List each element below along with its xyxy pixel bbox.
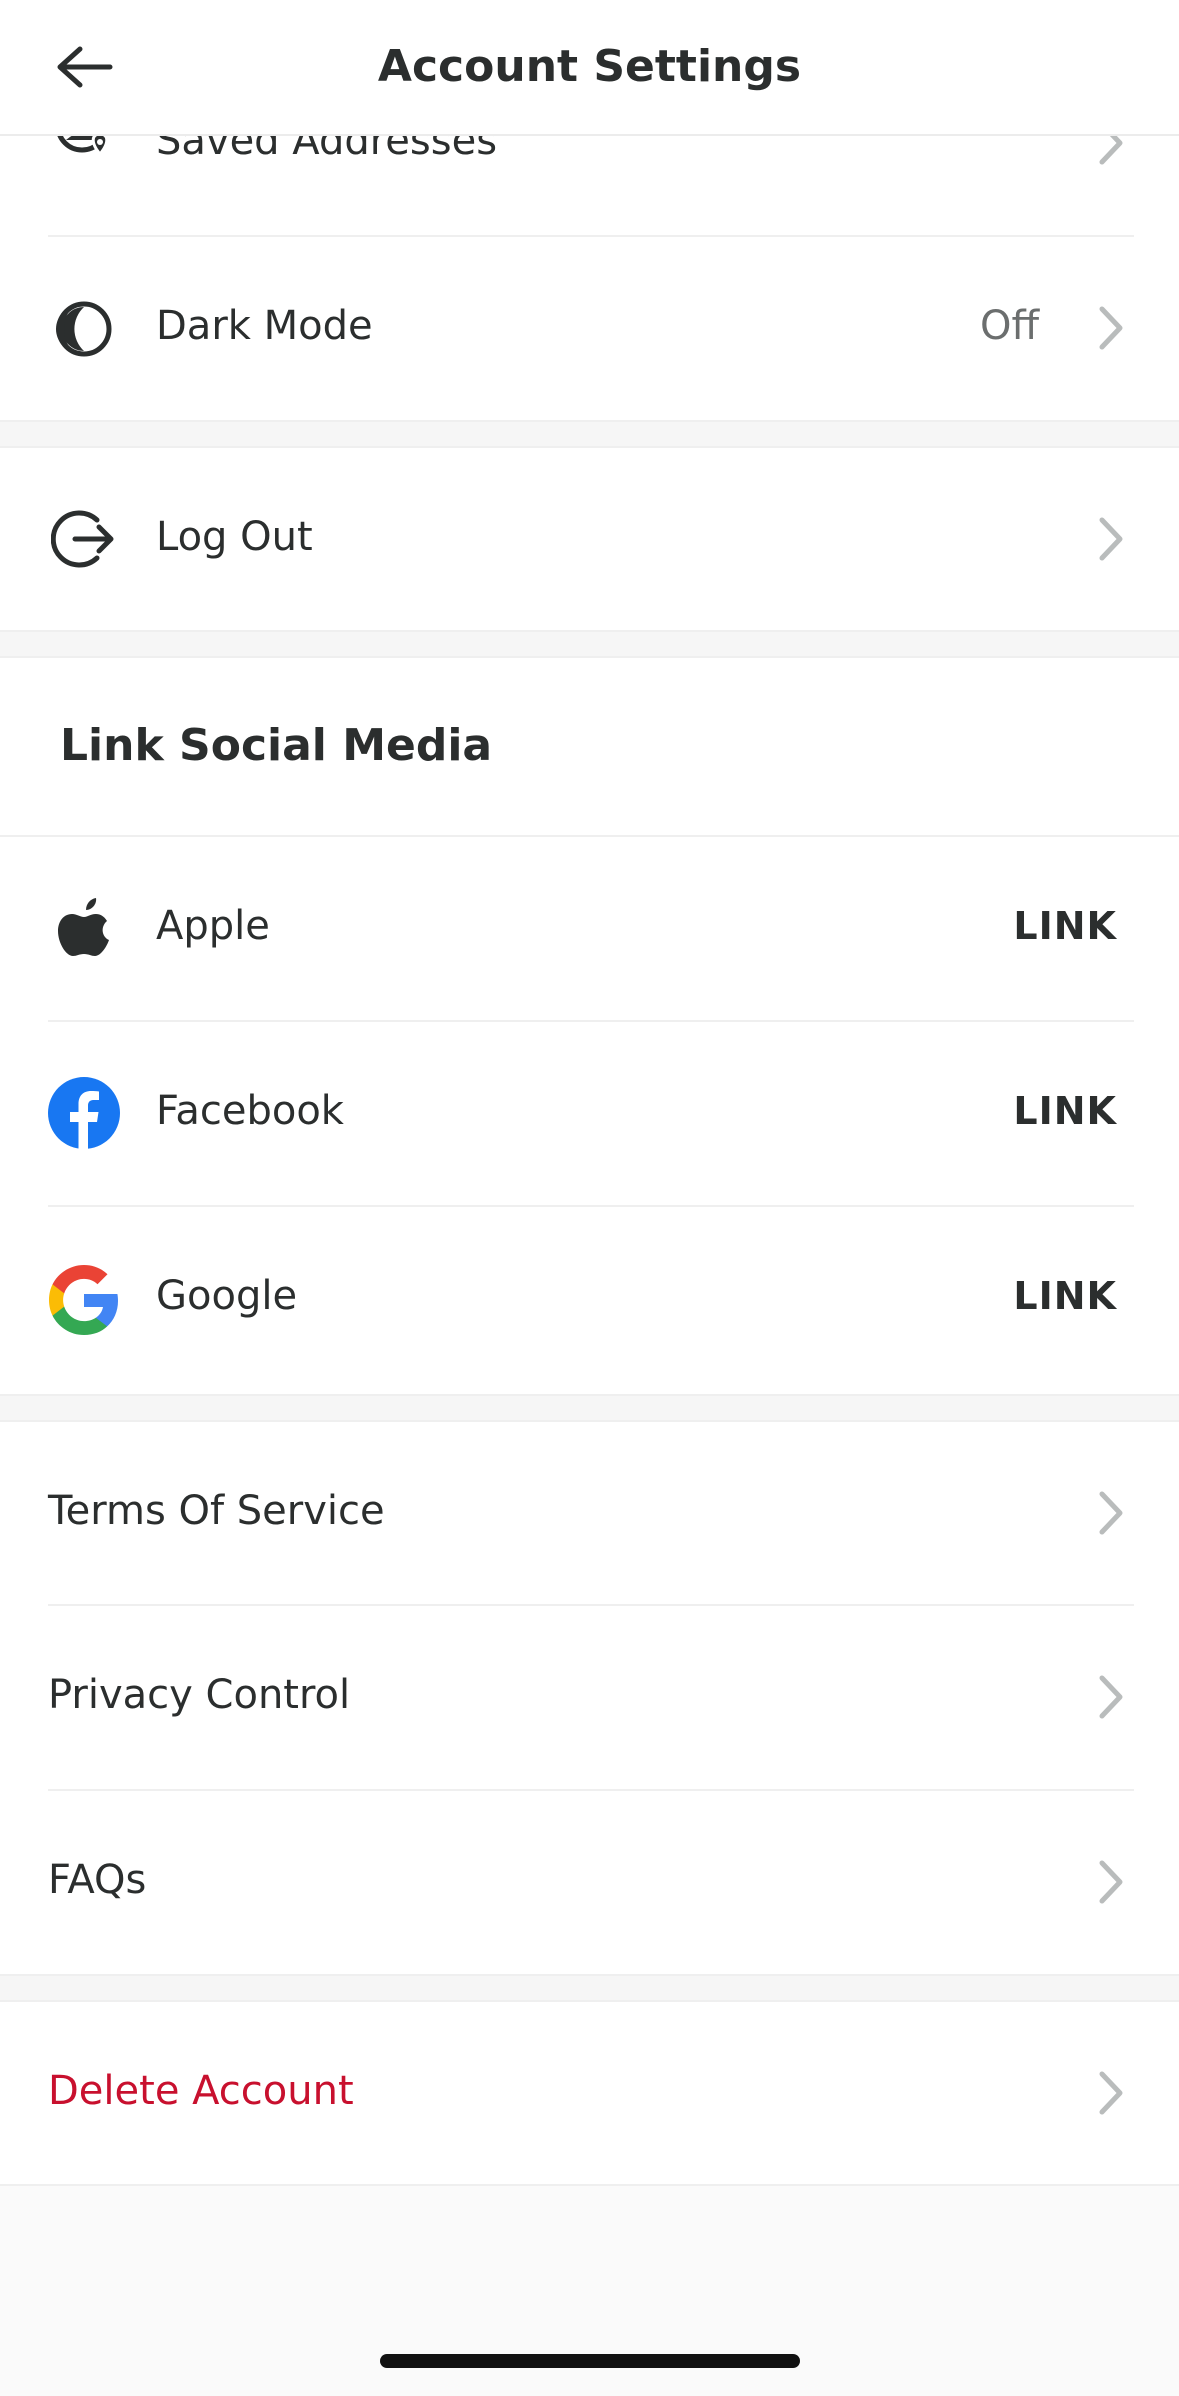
facebook-label: Facebook — [156, 1088, 344, 1134]
dark-mode-value: Off — [979, 303, 1039, 349]
privacy-control-row[interactable]: Privacy Control — [0, 1606, 1179, 1789]
chevron-right-icon — [1099, 1491, 1123, 1535]
chevron-right-icon — [1099, 1675, 1123, 1719]
privacy-control-label: Privacy Control — [48, 1672, 351, 1718]
section-separator — [0, 420, 1179, 448]
faqs-label: FAQs — [48, 1857, 147, 1903]
chevron-right-icon — [1099, 306, 1123, 350]
delete-account-row[interactable]: Delete Account — [0, 2002, 1179, 2184]
logout-section: Log Out — [0, 448, 1179, 630]
chevron-right-icon — [1099, 2071, 1123, 2115]
log-out-row[interactable]: Log Out — [0, 448, 1179, 630]
facebook-link-button[interactable]: LINK — [1013, 1089, 1117, 1133]
delete-account-label: Delete Account — [48, 2068, 354, 2114]
log-out-label: Log Out — [156, 514, 313, 560]
apple-icon — [46, 889, 122, 965]
top-app-bar: Account Settings — [0, 0, 1179, 136]
legal-section: Terms Of Service Privacy Control FAQs — [0, 1422, 1179, 1974]
faqs-row[interactable]: FAQs — [0, 1791, 1179, 1974]
section-separator — [0, 630, 1179, 658]
page-title: Account Settings — [377, 41, 802, 92]
facebook-link-row: Facebook LINK — [0, 1022, 1179, 1205]
apple-link-button[interactable]: LINK — [1013, 904, 1117, 948]
dark-mode-label: Dark Mode — [156, 303, 373, 349]
section-separator — [0, 1394, 1179, 1422]
google-label: Google — [156, 1273, 298, 1319]
moon-icon — [46, 291, 122, 367]
apple-label: Apple — [156, 903, 270, 949]
terms-of-service-row[interactable]: Terms Of Service — [0, 1422, 1179, 1604]
section-separator — [0, 1974, 1179, 2002]
chevron-right-icon — [1099, 1860, 1123, 1904]
google-icon — [46, 1262, 122, 1338]
link-social-media-section: Link Social Media Apple LINK Facebook LI… — [0, 658, 1179, 1394]
facebook-icon — [46, 1075, 122, 1151]
delete-account-section: Delete Account — [0, 2002, 1179, 2186]
chevron-right-icon — [1099, 517, 1123, 561]
home-indicator — [380, 2354, 800, 2368]
google-link-row: Google LINK — [0, 1207, 1179, 1394]
terms-of-service-label: Terms Of Service — [48, 1488, 385, 1534]
google-link-button[interactable]: LINK — [1013, 1274, 1117, 1318]
section-title: Link Social Media — [60, 720, 493, 771]
logout-icon — [46, 501, 122, 577]
dark-mode-row[interactable]: Dark Mode Off — [0, 237, 1179, 420]
apple-link-row: Apple LINK — [0, 837, 1179, 1020]
